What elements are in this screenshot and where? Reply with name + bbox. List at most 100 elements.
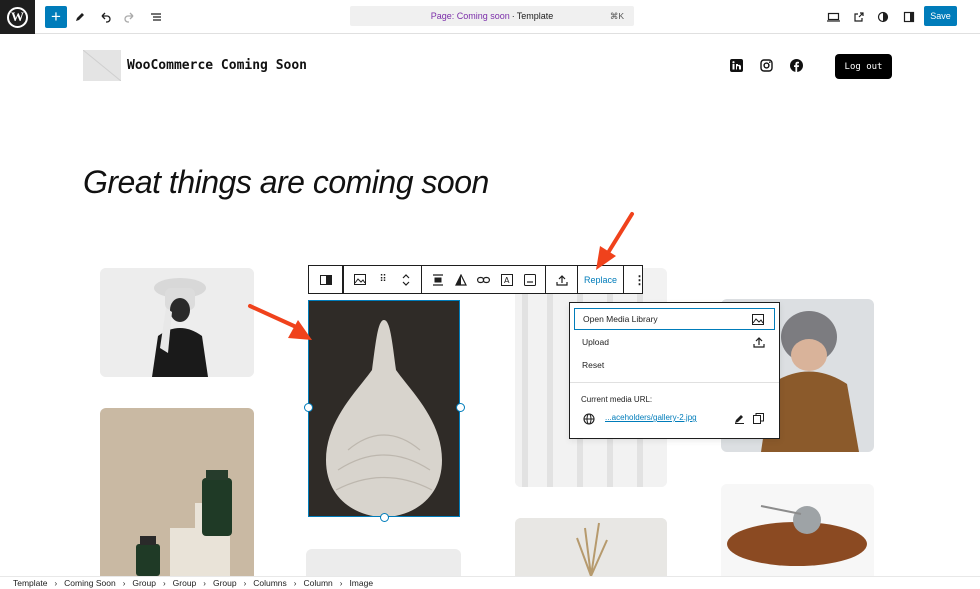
replace-group: Replace <box>578 266 625 293</box>
settings-sidebar-button[interactable] <box>898 6 920 28</box>
white-vase-illustration <box>308 300 460 517</box>
facebook-link[interactable] <box>790 59 803 72</box>
menu-divider <box>570 382 779 383</box>
breadcrumb-group[interactable]: Group <box>173 578 197 588</box>
plus-icon: + <box>51 7 61 26</box>
gallery-image-green-jars[interactable] <box>100 408 254 576</box>
preview-device-button[interactable] <box>822 6 844 28</box>
move-up-down-button[interactable] <box>394 268 417 291</box>
redo-icon <box>124 12 134 23</box>
tools-button[interactable] <box>69 6 91 28</box>
resize-handle-left[interactable] <box>304 403 313 412</box>
chevron-up-down-icon <box>402 273 409 286</box>
document-title-separator: · <box>511 11 515 21</box>
open-media-library-item[interactable]: Open Media Library <box>574 308 775 330</box>
logout-button[interactable]: Log out <box>835 54 892 79</box>
edit-url-icon[interactable] <box>734 413 745 424</box>
image-icon <box>353 274 366 285</box>
gallery-image-tea-leaves[interactable] <box>721 484 874 576</box>
styles-button[interactable] <box>872 6 894 28</box>
link-button[interactable] <box>472 268 495 291</box>
tea-leaves-illustration <box>721 484 874 576</box>
green-jars-illustration <box>100 408 254 576</box>
list-view-icon <box>151 13 161 21</box>
upload-label: Upload <box>582 337 609 347</box>
drag-icon: ⠿ <box>379 274 386 285</box>
resize-handle-bottom[interactable] <box>380 513 389 522</box>
desktop-icon <box>826 12 840 22</box>
gallery-image-hat-person[interactable] <box>100 268 254 377</box>
chevron-right-icon: › <box>203 578 206 588</box>
linkedin-link[interactable] <box>730 59 743 72</box>
site-logo-placeholder[interactable] <box>83 50 121 81</box>
site-title[interactable]: WooCommerce Coming Soon <box>127 58 307 73</box>
chevron-right-icon: › <box>54 578 58 588</box>
add-block-button[interactable]: + <box>45 6 67 28</box>
open-media-library-label: Open Media Library <box>583 314 658 324</box>
format-group: A <box>422 266 546 293</box>
reset-item[interactable]: Reset <box>574 354 775 376</box>
document-type: Template <box>516 11 554 21</box>
columns-icon <box>319 274 332 285</box>
resize-handle-right[interactable] <box>456 403 465 412</box>
upload-item[interactable]: Upload <box>574 331 775 353</box>
placeholder-icon <box>83 50 121 81</box>
wordpress-logo-button[interactable]: W <box>0 0 35 34</box>
page-headline[interactable]: Great things are coming soon <box>83 164 489 201</box>
hat-person-illustration <box>100 268 254 377</box>
dried-grass-illustration <box>515 518 667 576</box>
duotone-icon <box>454 273 467 286</box>
select-parent-button[interactable] <box>314 268 337 291</box>
svg-text:A: A <box>504 276 510 285</box>
wordpress-icon: W <box>7 6 28 28</box>
chevron-right-icon: › <box>122 578 126 588</box>
breadcrumb-group[interactable]: Group <box>132 578 156 588</box>
caption-icon <box>523 273 536 286</box>
save-button[interactable]: Save <box>924 6 957 26</box>
more-vertical-icon: ⋮ <box>633 272 646 287</box>
image-block-toolbar: ⠿ A Replace ⋮ <box>343 265 646 294</box>
link-icon <box>477 276 490 283</box>
command-palette-bar[interactable]: Page: Coming soon · Template ⌘K <box>350 6 634 26</box>
redo-button[interactable] <box>119 6 141 28</box>
breadcrumb-column[interactable]: Column <box>303 578 332 588</box>
instagram-link[interactable] <box>760 59 773 72</box>
document-overview-button[interactable] <box>145 6 167 28</box>
caption-button[interactable] <box>518 268 541 291</box>
gallery-image-white-vase-selected[interactable] <box>308 300 460 517</box>
block-type-button[interactable] <box>348 268 371 291</box>
upload-button[interactable] <box>550 268 573 291</box>
options-button[interactable]: ⋮ <box>628 268 651 291</box>
undo-button[interactable] <box>94 6 116 28</box>
breadcrumb-image[interactable]: Image <box>349 578 373 588</box>
pencil-icon <box>76 13 84 21</box>
editor-top-bar: W + Page: Coming soon · Template ⌘K Save <box>0 0 980 34</box>
current-media-label: Current media URL: <box>581 395 653 404</box>
replace-button[interactable]: Replace <box>580 275 621 285</box>
upload-icon <box>555 274 568 286</box>
breadcrumb-group[interactable]: Group <box>213 578 237 588</box>
reset-label: Reset <box>582 360 605 370</box>
upload-group <box>546 266 578 293</box>
drag-handle[interactable]: ⠿ <box>371 268 394 291</box>
chevron-right-icon: › <box>243 578 247 588</box>
half-circle-icon <box>877 11 889 23</box>
view-external-button[interactable] <box>848 6 870 28</box>
current-media-url-link[interactable]: ...aceholders/gallery-2.jpg <box>605 413 697 422</box>
chevron-right-icon: › <box>293 578 297 588</box>
breadcrumb-columns[interactable]: Columns <box>253 578 287 588</box>
gallery-image-bottom-center[interactable] <box>306 549 461 576</box>
chevron-right-icon: › <box>162 578 166 588</box>
instagram-icon <box>760 59 773 72</box>
block-type-group: ⠿ <box>344 266 422 293</box>
copy-url-icon[interactable] <box>753 413 764 424</box>
align-button[interactable] <box>426 268 449 291</box>
text-overlay-button[interactable]: A <box>495 268 518 291</box>
breadcrumb-template[interactable]: Template <box>13 578 48 588</box>
media-library-icon <box>752 314 764 325</box>
gallery-image-dried-grass[interactable] <box>515 518 667 576</box>
chevron-right-icon: › <box>339 578 343 588</box>
breadcrumb-coming-soon[interactable]: Coming Soon <box>64 578 116 588</box>
duotone-button[interactable] <box>449 268 472 291</box>
parent-block-toolbar <box>308 265 343 294</box>
